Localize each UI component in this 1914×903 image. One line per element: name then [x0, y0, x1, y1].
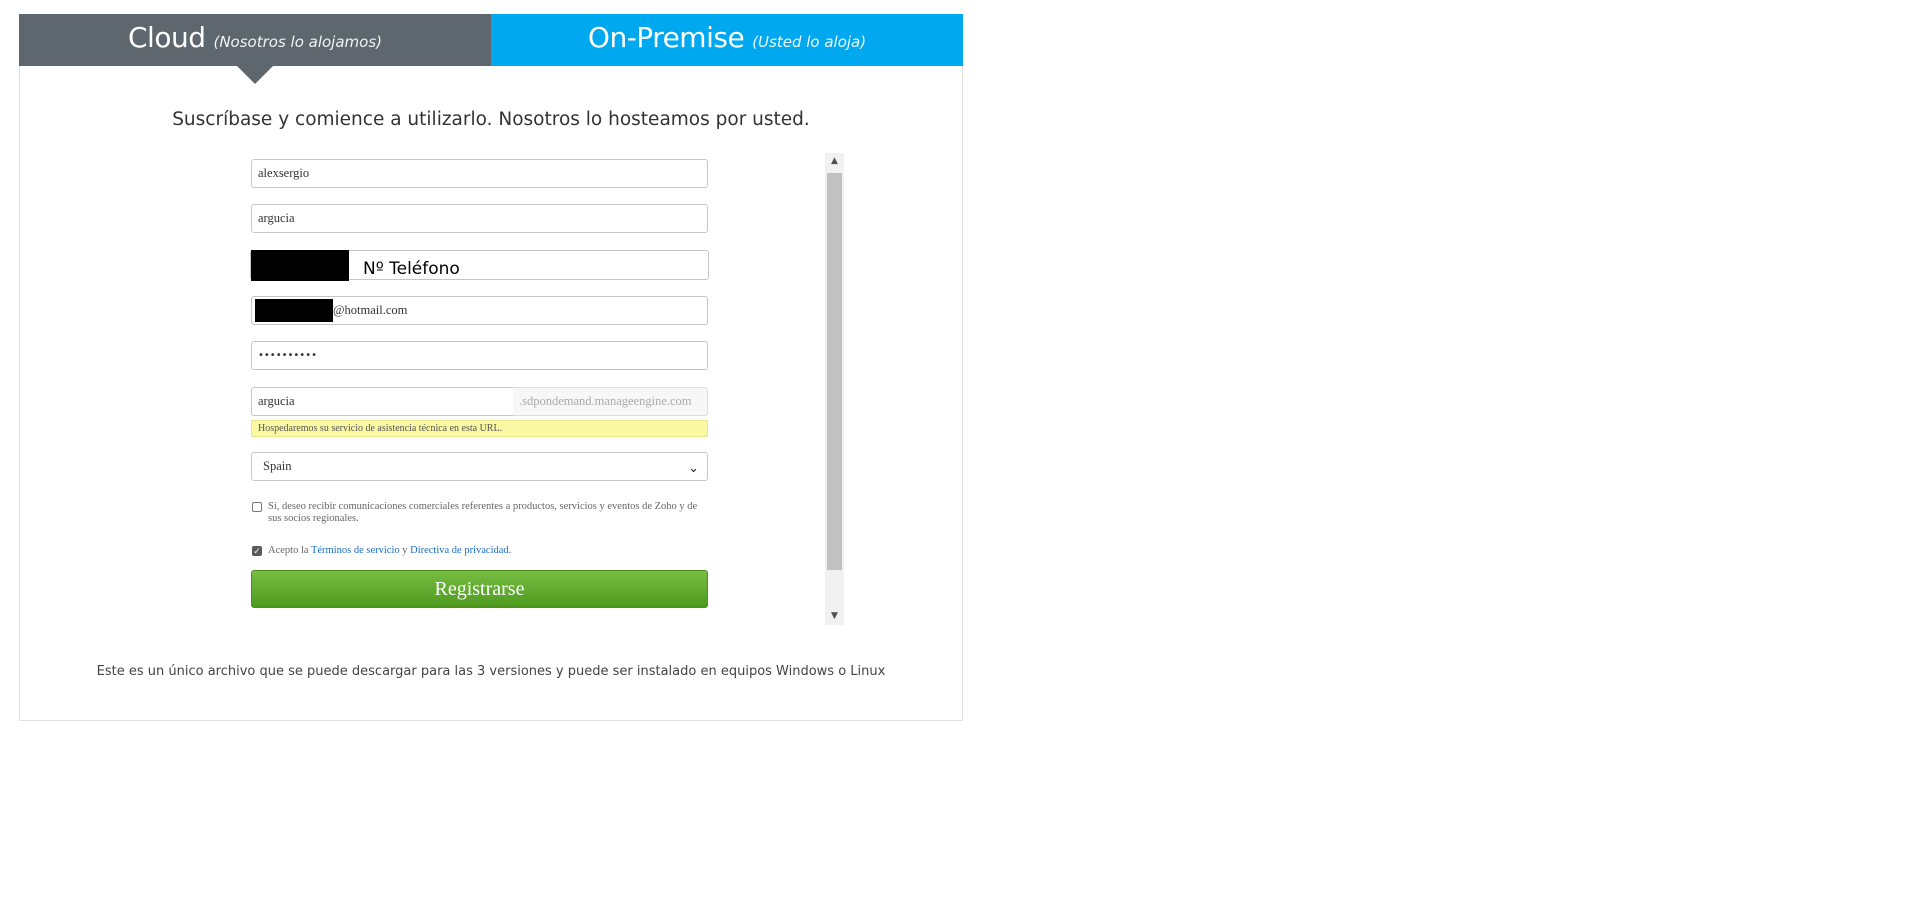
email-field[interactable]: @hotmail.com [251, 296, 708, 325]
email-domain: @hotmail.com [333, 303, 408, 317]
tab-cloud[interactable]: Cloud (Nosotros lo alojamos) [19, 14, 491, 84]
scroll-up-icon[interactable]: ▲ [825, 153, 844, 170]
country-select-value: Spain [263, 459, 292, 473]
terms-and: y [402, 545, 408, 556]
tab-cloud-title: Cloud [128, 21, 206, 54]
privacy-policy-link[interactable]: Directiva de privacidad. [410, 545, 511, 556]
password-field[interactable]: •••••••••• [251, 341, 708, 370]
marketing-consent-text: Sí, deseo recibir comunicaciones comerci… [268, 501, 698, 524]
portal-url-field[interactable]: argucia [251, 387, 514, 416]
active-tab-pointer-icon [237, 66, 273, 84]
name-field[interactable]: alexsergio [251, 159, 708, 188]
terms-consent-text: Acepto la Términos de servicio y Directi… [268, 545, 711, 557]
terms-of-service-link[interactable]: Términos de servicio [311, 545, 400, 556]
country-select[interactable]: Spain ⌄ [251, 452, 708, 481]
phone-field[interactable]: Nº Teléfono [250, 250, 709, 281]
tab-onpremise[interactable]: On-Premise (Usted lo aloja) [491, 14, 963, 66]
tab-cloud-subtitle: (Nosotros lo alojamos) [213, 33, 382, 51]
terms-checkbox[interactable]: ✓ [252, 546, 262, 556]
tab-onpremise-subtitle: (Usted lo aloja) [752, 33, 867, 51]
hosting-tabs: Cloud (Nosotros lo alojamos) On-Premise … [19, 14, 963, 84]
redacted-block [251, 250, 349, 281]
register-button[interactable]: Registrarse [251, 570, 708, 608]
tab-onpremise-title: On-Premise [587, 21, 745, 54]
phone-field-label: Nº Teléfono [363, 259, 460, 279]
download-note: Este es un único archivo que se puede de… [96, 664, 886, 679]
marketing-checkbox[interactable] [252, 502, 262, 512]
company-field[interactable]: argucia [251, 204, 708, 233]
page-headline: Suscríbase y comience a utilizarlo. Noso… [172, 109, 810, 130]
portal-url-suffix: .sdpondemand.manageengine.com [513, 387, 708, 416]
form-scrollbar[interactable]: ▲ ▼ [825, 153, 844, 625]
scroll-down-icon[interactable]: ▼ [825, 608, 844, 625]
redacted-block [255, 299, 333, 322]
chevron-down-icon: ⌄ [688, 460, 699, 475]
terms-prefix: Acepto la [268, 545, 309, 556]
scroll-thumb[interactable] [827, 173, 842, 570]
portal-url-hint: Hospedaremos su servicio de asistencia t… [251, 420, 708, 437]
